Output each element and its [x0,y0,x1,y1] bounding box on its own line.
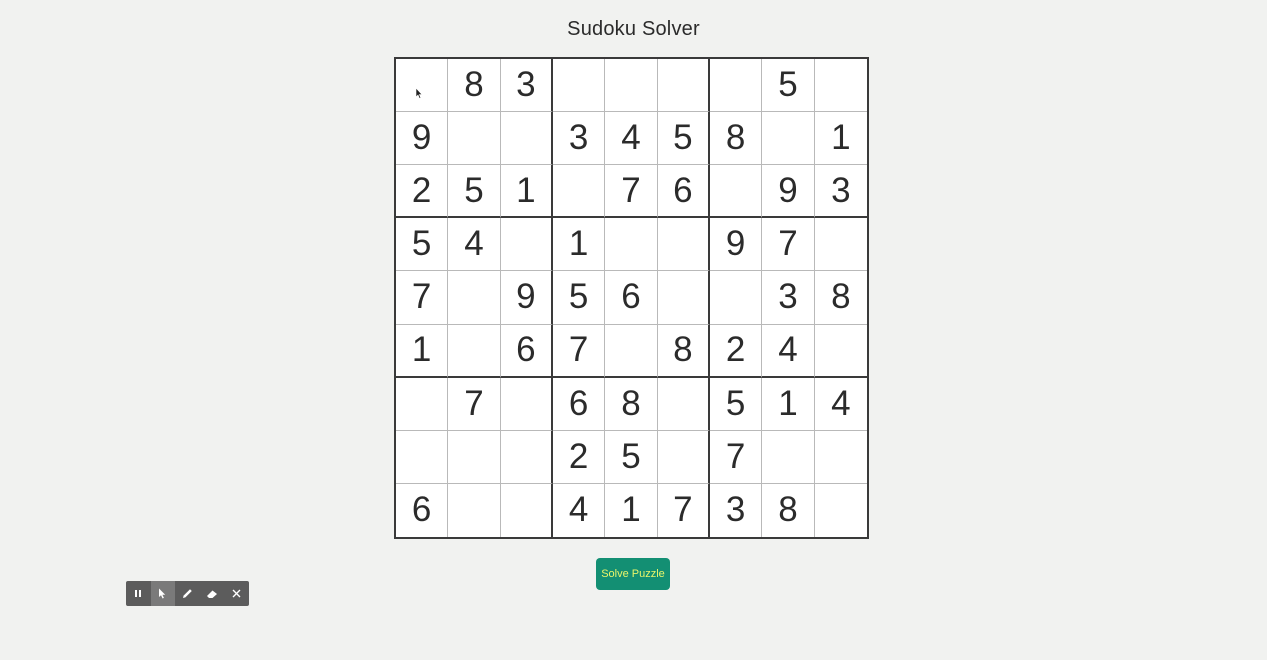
sudoku-cell-r2-c3[interactable] [500,112,553,166]
pause-icon [134,589,142,598]
sudoku-cell-r9-c7[interactable]: 3 [710,483,763,537]
sudoku-cell-r9-c1[interactable]: 6 [396,483,449,537]
sudoku-cell-r7-c5[interactable]: 8 [605,377,658,431]
sudoku-cell-r4-c6[interactable] [657,218,710,272]
sudoku-cell-r4-c5[interactable] [605,218,658,272]
sudoku-cell-r4-c9[interactable] [814,218,867,272]
sudoku-cell-r1-c5[interactable] [605,59,658,113]
sudoku-cell-r8-c3[interactable] [500,430,553,484]
sudoku-cell-r2-c4[interactable]: 3 [552,112,606,166]
sudoku-cell-r4-c1[interactable]: 5 [396,218,449,272]
sudoku-cell-r3-c5[interactable]: 7 [605,165,658,219]
sudoku-cell-r8-c8[interactable] [762,430,815,484]
eraser-tool[interactable] [200,581,225,606]
pen-tool[interactable] [175,581,200,606]
sudoku-cell-r3-c9[interactable]: 3 [814,165,867,219]
solve-puzzle-button[interactable]: Solve Puzzle [596,558,670,590]
sudoku-cell-r8-c4[interactable]: 2 [552,430,606,484]
sudoku-cell-r4-c2[interactable]: 4 [448,218,501,272]
sudoku-cell-r6-c6[interactable]: 8 [657,324,710,378]
sudoku-cell-r9-c6[interactable]: 7 [658,483,710,537]
sudoku-cell-r7-c9[interactable]: 4 [814,378,867,431]
sudoku-cell-r4-c3[interactable] [500,218,553,272]
sudoku-cell-r4-c4[interactable]: 1 [552,218,606,272]
sudoku-cell-r6-c7[interactable]: 2 [709,324,763,378]
sudoku-cell-r6-c1[interactable]: 1 [396,324,449,378]
sudoku-cell-r2-c6[interactable]: 5 [657,112,710,166]
sudoku-cell-r8-c1[interactable] [396,430,449,484]
sudoku-cell-r2-c2[interactable] [448,112,501,166]
sudoku-cell-r5-c7[interactable] [709,271,763,325]
sudoku-cell-r6-c8[interactable]: 4 [762,324,815,378]
sudoku-cell-r3-c1[interactable]: 2 [396,165,449,219]
sudoku-cell-r5-c4[interactable]: 5 [552,271,606,325]
sudoku-cell-r7-c8[interactable]: 1 [762,377,815,431]
sudoku-cell-r3-c2[interactable]: 5 [448,165,501,219]
sudoku-cell-r8-c9[interactable] [814,431,867,484]
sudoku-cell-r3-c8[interactable]: 9 [762,165,815,219]
sudoku-cell-r2-c9[interactable]: 1 [814,112,867,166]
sudoku-board: 8359345812517693541977956381678247685142… [394,57,869,539]
sudoku-cell-r1-c4[interactable] [552,59,606,113]
pointer-icon [158,588,167,599]
page-title: Sudoku Solver [567,18,700,40]
sudoku-cell-r5-c1[interactable]: 7 [396,271,449,325]
sudoku-cell-r1-c2[interactable]: 8 [448,59,501,113]
mouse-cursor-icon [415,86,423,104]
sudoku-cell-r2-c7[interactable]: 8 [709,112,763,166]
sudoku-cell-r6-c2[interactable] [448,324,501,378]
sudoku-cell-r1-c7[interactable] [709,59,763,113]
sudoku-cell-r8-c5[interactable]: 5 [605,430,658,484]
sudoku-cell-r2-c8[interactable] [762,112,815,166]
sudoku-cell-r6-c4[interactable]: 7 [552,324,606,378]
sudoku-cell-r9-c5[interactable]: 1 [605,483,658,537]
eraser-icon [206,589,218,599]
close-icon [232,589,241,598]
sudoku-cell-r7-c2[interactable]: 7 [448,377,501,431]
sudoku-cell-r5-c8[interactable]: 3 [762,271,815,325]
sudoku-cell-r1-c3[interactable]: 3 [500,59,553,113]
sudoku-cell-r4-c7[interactable]: 9 [709,218,763,272]
sudoku-cell-r9-c2[interactable] [448,483,501,537]
sudoku-cell-r8-c6[interactable] [657,430,710,484]
annotation-toolbar [126,581,249,606]
sudoku-cell-r5-c6[interactable] [657,271,710,325]
sudoku-cell-r5-c2[interactable] [448,271,501,325]
pause-tool[interactable] [126,581,151,606]
sudoku-cell-r6-c9[interactable] [814,325,867,378]
sudoku-cell-r2-c5[interactable]: 4 [605,112,658,166]
sudoku-cell-r3-c6[interactable]: 6 [657,165,710,219]
sudoku-cell-r3-c3[interactable]: 1 [500,165,553,219]
pen-icon [182,588,193,599]
sudoku-cell-r1-c9[interactable] [814,59,867,113]
sudoku-cell-r6-c5[interactable] [605,324,658,378]
sudoku-cell-r6-c3[interactable]: 6 [500,324,553,378]
sudoku-cell-r7-c4[interactable]: 6 [552,377,606,431]
sudoku-cell-r3-c4[interactable] [552,165,606,219]
pointer-tool[interactable] [150,581,176,606]
sudoku-cell-r7-c7[interactable]: 5 [709,377,763,431]
sudoku-cell-r9-c8[interactable]: 8 [762,483,815,537]
sudoku-cell-r2-c1[interactable]: 9 [396,112,449,166]
sudoku-cell-r3-c7[interactable] [709,165,763,219]
sudoku-cell-r7-c6[interactable] [657,377,710,431]
close-tool[interactable] [224,581,249,606]
sudoku-cell-r7-c1[interactable] [396,377,449,431]
sudoku-cell-r9-c4[interactable]: 4 [553,483,606,537]
sudoku-cell-r8-c2[interactable] [448,430,501,484]
sudoku-cell-r5-c9[interactable]: 8 [814,271,867,325]
sudoku-cell-r7-c3[interactable] [500,377,553,431]
sudoku-cell-r5-c5[interactable]: 6 [605,271,658,325]
sudoku-cell-r9-c9[interactable] [815,484,867,537]
sudoku-cell-r8-c7[interactable]: 7 [709,430,763,484]
sudoku-cell-r1-c8[interactable]: 5 [762,59,815,113]
sudoku-cell-r9-c3[interactable] [501,483,553,537]
sudoku-cell-r1-c6[interactable] [657,59,710,113]
sudoku-cell-r5-c3[interactable]: 9 [500,271,553,325]
sudoku-cell-r4-c8[interactable]: 7 [762,218,815,272]
